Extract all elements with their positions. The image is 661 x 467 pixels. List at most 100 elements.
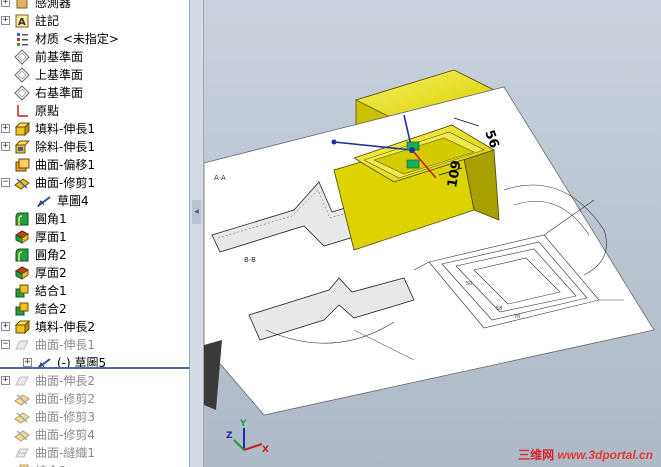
svg-text:A: A: [18, 17, 26, 28]
triad-z-label: Z: [226, 431, 233, 441]
graphics-viewport[interactable]: A-A B-B 50 58 70 56 109 Z Y X 三维网 www.3d…: [204, 0, 661, 467]
tree-item-label: 曲面-偏移1: [35, 158, 95, 172]
thicken-icon: [14, 265, 30, 281]
tree-item-label: 感測器: [35, 0, 72, 10]
tree-item[interactable]: 原點: [0, 102, 189, 120]
tree-item[interactable]: 厚面2: [0, 264, 189, 282]
expand-icon[interactable]: +: [1, 322, 10, 331]
tree-item[interactable]: 曲面-修剪4: [0, 426, 189, 444]
tree-item[interactable]: 上基準面: [0, 66, 189, 84]
extrude-surface-icon: [14, 337, 30, 353]
tree-item[interactable]: 前基準面: [0, 48, 189, 66]
triad-y-label: Y: [239, 419, 247, 429]
tree-item-label: 圓角2: [35, 248, 67, 262]
collapse-arrow-icon[interactable]: ◂: [192, 200, 201, 224]
part-shadow-edge: [204, 340, 222, 410]
knit-surface-icon: [14, 445, 30, 461]
extrude-icon: [14, 121, 31, 137]
tree-item[interactable]: + (-) 草圖5: [0, 354, 189, 372]
panel-splitter[interactable]: ◂: [189, 0, 204, 467]
trim-surface-icon: [14, 391, 30, 407]
model-scene[interactable]: A-A B-B 50 58 70 56 109 Z Y X: [204, 0, 661, 467]
origin-icon: [14, 103, 30, 119]
extrude-icon: [14, 319, 31, 335]
plane-icon: [14, 67, 30, 83]
tree-item[interactable]: 結合2: [0, 300, 189, 318]
tree-item-label: 註記: [35, 14, 60, 28]
tree-item-label: (-) 草圖5: [57, 356, 107, 370]
annotation-icon: A: [14, 13, 30, 29]
site-watermark: 三维网 www.3dportal.cn: [518, 448, 653, 462]
tree-item-label: 填料-伸長2: [35, 320, 95, 334]
expand-icon[interactable]: +: [23, 358, 32, 367]
trim-surface-icon: [14, 175, 30, 191]
cut-extrude-icon: [14, 139, 31, 155]
rollback-bar[interactable]: [0, 367, 189, 369]
combine-icon: [14, 301, 30, 317]
tree-item[interactable]: 圓角2: [0, 246, 189, 264]
tree-item[interactable]: − 曲面-伸長1: [0, 336, 189, 354]
tree-item[interactable]: 圓角1: [0, 210, 189, 228]
tree-item-label: 原點: [35, 104, 60, 118]
collapse-icon[interactable]: −: [1, 340, 10, 349]
svg-text:70: 70: [514, 314, 520, 320]
tree-item-label: 材质 <未指定>: [35, 32, 119, 46]
trim-surface-icon: [14, 409, 30, 425]
svg-text:58: 58: [496, 306, 502, 312]
tree-item-label: 曲面-修剪1: [35, 176, 95, 190]
tree-item[interactable]: 曲面-修剪3: [0, 408, 189, 426]
sketch-icon: [36, 193, 52, 209]
tree-item[interactable]: 曲面-偏移1: [0, 156, 189, 174]
tree-item[interactable]: 曲面-縫織1: [0, 444, 189, 462]
tree-item[interactable]: + A 註記: [0, 12, 189, 30]
combine-icon: [14, 463, 30, 467]
tree-item-label: 結合3: [35, 462, 67, 467]
thicken-icon: [14, 229, 30, 245]
tree-item[interactable]: 結合1: [0, 282, 189, 300]
tree-item-label: 結合2: [35, 302, 67, 316]
tree-item-label: 草圖4: [57, 194, 89, 208]
tree-item-label: 除料-伸長1: [35, 140, 95, 154]
tree-item[interactable]: 右基準面: [0, 84, 189, 102]
combine-icon: [14, 283, 30, 299]
trim-surface-icon: [14, 427, 30, 443]
expand-icon[interactable]: +: [1, 16, 10, 25]
tree-item-label: 填料-伸長1: [35, 122, 95, 136]
tree-item-label: 曲面-伸長2: [35, 374, 95, 388]
expand-icon[interactable]: +: [1, 376, 10, 385]
tree-item[interactable]: + 除料-伸長1: [0, 138, 189, 156]
tree-item-label: 曲面-伸長1: [35, 338, 95, 352]
tree-item[interactable]: 厚面1: [0, 228, 189, 246]
tree-item[interactable]: + 感測器: [0, 0, 189, 12]
tree-item[interactable]: 曲面-修剪2: [0, 390, 189, 408]
tree-item[interactable]: + 填料-伸長2: [0, 318, 189, 336]
tree-item-label: 結合1: [35, 284, 67, 298]
extrude-surface-icon: [14, 373, 30, 389]
expand-icon[interactable]: +: [1, 142, 10, 151]
tree-item-label: 上基準面: [35, 68, 84, 82]
tree-item[interactable]: 結合3: [0, 462, 189, 467]
collapse-icon[interactable]: −: [1, 178, 10, 187]
tree-item-label: 曲面-縫織1: [35, 446, 95, 460]
tree-item[interactable]: + 曲面-伸長2: [0, 372, 189, 390]
tree-item-label: 曲面-修剪3: [35, 410, 95, 424]
feature-manager-tree: + 感測器 + A 註記材质 <未指定> 前基準面上基準面右基準面原點 + 填料-伸長1 + 除料…: [0, 0, 189, 467]
tree-item[interactable]: 材质 <未指定>: [0, 30, 189, 48]
tree-item-label: 前基準面: [35, 50, 84, 64]
section-label-a: A-A: [214, 174, 226, 182]
section-label-b: B-B: [244, 256, 256, 264]
tree-item[interactable]: 草圖4: [0, 192, 189, 210]
tree-item-label: 厚面1: [35, 230, 67, 244]
tree-item-label: 曲面-修剪4: [35, 428, 95, 442]
tree-item-label: 曲面-修剪2: [35, 392, 95, 406]
fillet-icon: [14, 211, 30, 227]
tree-item-label: 右基準面: [35, 86, 84, 100]
svg-text:50: 50: [466, 281, 472, 287]
expand-icon[interactable]: +: [1, 124, 10, 133]
tree-item[interactable]: − 曲面-修剪1: [0, 174, 189, 192]
expand-icon[interactable]: +: [1, 0, 10, 7]
plane-icon: [14, 49, 30, 65]
tree-item[interactable]: + 填料-伸長1: [0, 120, 189, 138]
tree-item-label: 厚面2: [35, 266, 67, 280]
material-icon: [14, 31, 30, 47]
